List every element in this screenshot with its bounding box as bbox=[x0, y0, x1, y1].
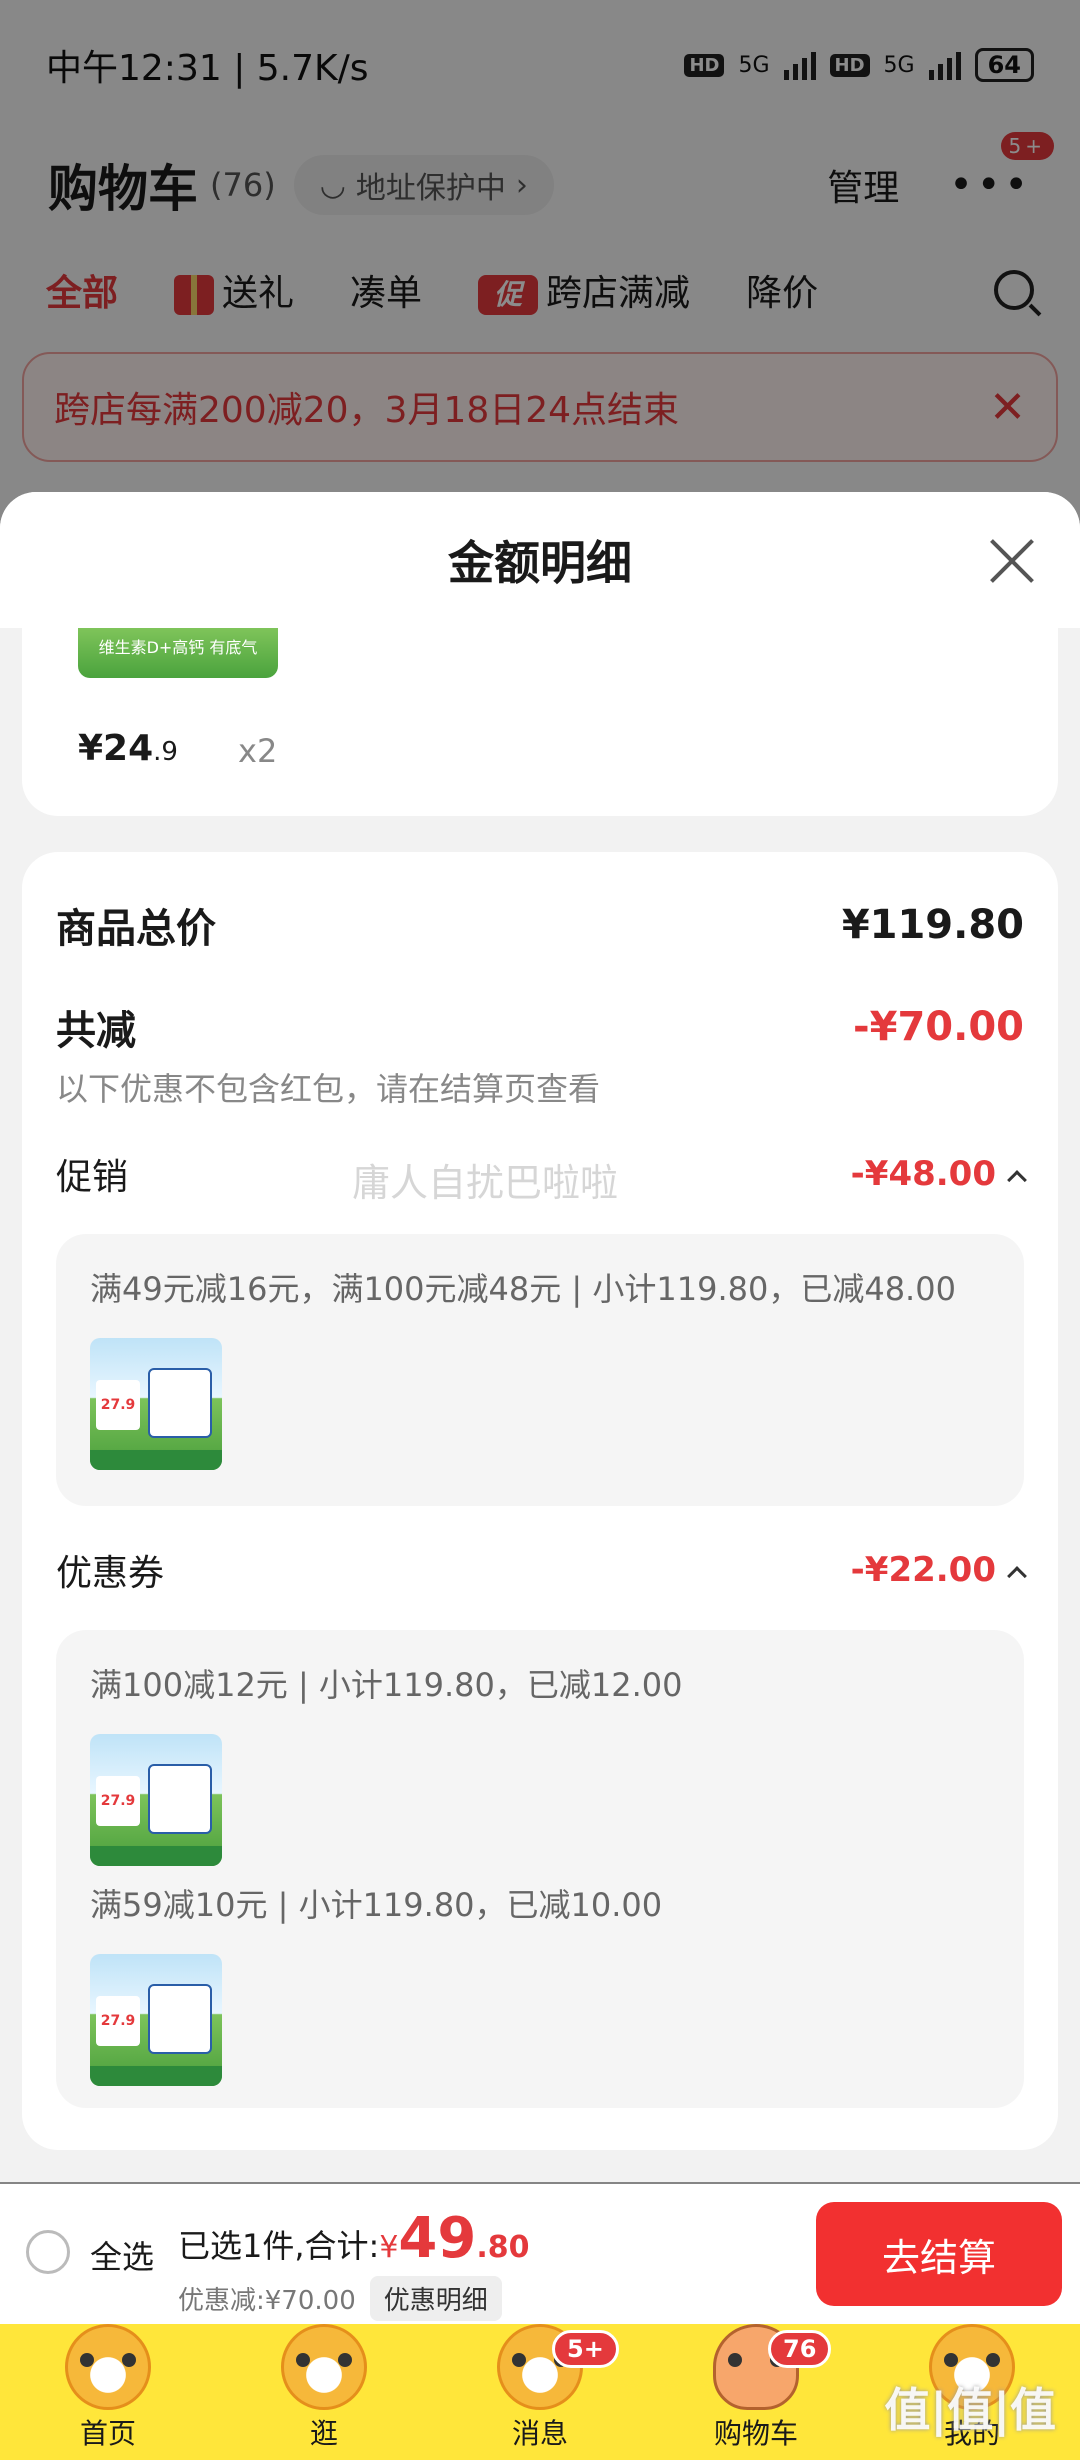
item-price: ¥24.9 bbox=[78, 728, 178, 769]
amount-detail-sheet: 金额明细 维生素D+高钙 有底气 ¥24.9 x2 商品总价 ¥119.80 共… bbox=[0, 492, 1080, 2182]
discount-detail-button[interactable]: 优惠明细 bbox=[369, 2276, 502, 2321]
price-breakdown-card: 商品总价 ¥119.80 共减 -¥70.00 以下优惠不包含红包，请在结算页查… bbox=[22, 852, 1058, 2150]
promo-value: -¥48.00 bbox=[850, 1154, 1027, 1194]
reduce-row: 共减 -¥70.00 bbox=[56, 998, 1024, 1056]
total-row: 商品总价 ¥119.80 bbox=[56, 896, 1024, 954]
coupon-row[interactable]: 优惠券 -¥22.00 bbox=[56, 1544, 1027, 1596]
tab-messages-label: 消息 bbox=[511, 2417, 568, 2450]
product-thumbnail[interactable]: 27.9 bbox=[90, 1954, 222, 2086]
reduce-value: -¥70.00 bbox=[853, 1004, 1024, 1050]
product-banner-strip bbox=[90, 2066, 222, 2086]
chevron-up-icon bbox=[1007, 1169, 1027, 1190]
item-card: 维生素D+高钙 有底气 ¥24.9 x2 bbox=[22, 628, 1058, 816]
mascot-icon bbox=[65, 2324, 151, 2410]
item-quantity: x2 bbox=[238, 732, 278, 770]
price-tag: 27.9 bbox=[96, 1996, 140, 2046]
tab-home-label: 首页 bbox=[79, 2417, 136, 2450]
coupon-value: -¥22.00 bbox=[850, 1550, 1027, 1590]
chevron-up-icon bbox=[1007, 1565, 1027, 1586]
checkout-button[interactable]: 去结算 bbox=[816, 2202, 1062, 2306]
savings-text: 优惠减:¥70.00 bbox=[178, 2286, 356, 2316]
close-icon[interactable] bbox=[988, 536, 1036, 584]
promo-detail-line: 满49元减16元，满100元减48元 | 小计119.80，已减48.00 bbox=[90, 1270, 956, 1308]
product-thumbnail[interactable]: 27.9 bbox=[90, 1734, 222, 1866]
total-label: 商品总价 bbox=[56, 906, 216, 952]
reduce-label: 共减 bbox=[56, 1008, 136, 1054]
price-tag: 27.9 bbox=[96, 1380, 140, 1430]
sheet-title: 金额明细 bbox=[448, 536, 632, 590]
tab-messages[interactable]: 消息 5+ bbox=[432, 2324, 648, 2460]
bottom-tab-bar: 首页 逛 消息 5+ 购物车 76 我的 值|值|值 bbox=[0, 2324, 1080, 2460]
tab-cart-label: 购物车 bbox=[713, 2417, 798, 2450]
item-price-main: ¥24 bbox=[78, 728, 154, 769]
corner-watermark: 值|值|值 bbox=[884, 2383, 1056, 2437]
promo-value-text: -¥48.00 bbox=[850, 1154, 996, 1194]
milk-box-graphic bbox=[148, 1764, 212, 1834]
reduce-note: 以下优惠不包含红包，请在结算页查看 bbox=[56, 1070, 601, 1108]
product-thumbnail[interactable]: 27.9 bbox=[90, 1338, 222, 1470]
promo-label: 促销 bbox=[56, 1157, 129, 1198]
currency-symbol: ¥ bbox=[379, 2230, 399, 2265]
product-banner-strip bbox=[90, 1846, 222, 1866]
total-summary: 已选1件,合计: ¥ 49 .80 bbox=[178, 2206, 530, 2271]
coupon-detail-line: 满100减12元 | 小计119.80，已减12.00 bbox=[90, 1666, 683, 1704]
item-price-decimal: .9 bbox=[153, 737, 178, 767]
milk-box-graphic bbox=[148, 1368, 212, 1438]
promo-detail-box: 满49元减16元，满100元减48元 | 小计119.80，已减48.00 27… bbox=[56, 1234, 1024, 1506]
sheet-header: 金额明细 bbox=[0, 492, 1080, 628]
tab-browse[interactable]: 逛 bbox=[216, 2324, 432, 2460]
milk-box-graphic bbox=[148, 1984, 212, 2054]
messages-badge: 5+ bbox=[552, 2330, 619, 2368]
total-value: ¥119.80 bbox=[841, 902, 1024, 948]
coupon-detail-line: 满59减10元 | 小计119.80，已减10.00 bbox=[90, 1886, 663, 1924]
checkout-bar: 全选 已选1件,合计: ¥ 49 .80 优惠减:¥70.00 优惠明细 去结算 bbox=[0, 2184, 1080, 2324]
coupon-label: 优惠券 bbox=[56, 1553, 165, 1594]
product-banner-strip bbox=[90, 1450, 222, 1470]
price-tag: 27.9 bbox=[96, 1776, 140, 1826]
selected-text: 已选1件,合计: bbox=[178, 2227, 380, 2265]
tab-home[interactable]: 首页 bbox=[0, 2324, 216, 2460]
coupon-detail-box: 满100减12元 | 小计119.80，已减12.00 27.9 满59减10元… bbox=[56, 1630, 1024, 2108]
product-thumbnail[interactable]: 维生素D+高钙 有底气 bbox=[78, 628, 278, 678]
reduce-note-row: 以下优惠不包含红包，请在结算页查看 bbox=[56, 1064, 1024, 1110]
select-all-label[interactable]: 全选 bbox=[90, 2232, 154, 2278]
select-all-checkbox[interactable] bbox=[26, 2230, 70, 2274]
savings-line: 优惠减:¥70.00 优惠明细 bbox=[178, 2276, 502, 2321]
tab-cart[interactable]: 购物车 76 bbox=[648, 2324, 864, 2460]
cart-badge: 76 bbox=[768, 2330, 832, 2368]
mascot-icon bbox=[281, 2324, 367, 2410]
total-integer: 49 bbox=[398, 2206, 477, 2271]
total-decimal: .80 bbox=[476, 2230, 530, 2265]
coupon-value-text: -¥22.00 bbox=[850, 1550, 996, 1590]
promo-row[interactable]: 促销 -¥48.00 bbox=[56, 1148, 1027, 1200]
tab-browse-label: 逛 bbox=[309, 2417, 338, 2450]
